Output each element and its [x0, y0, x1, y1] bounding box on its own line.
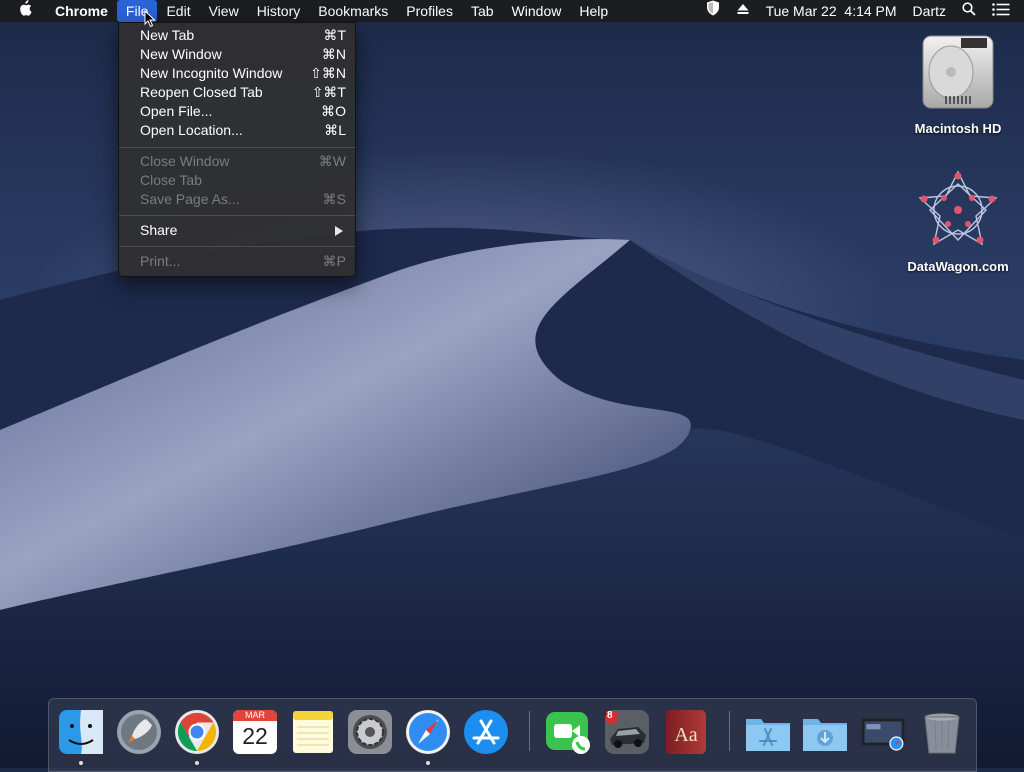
dock-separator: [729, 711, 730, 751]
menu-profiles[interactable]: Profiles: [397, 0, 462, 22]
menu-item-open-location[interactable]: Open Location... ⌘L: [119, 121, 355, 140]
menu-edit[interactable]: Edit: [157, 0, 199, 22]
menu-item-print[interactable]: Print... ⌘P: [119, 252, 355, 271]
apple-icon[interactable]: [0, 0, 46, 22]
running-indicator: [79, 761, 83, 765]
hard-drive-icon: [922, 35, 994, 109]
menu-item-new-tab[interactable]: New Tab ⌘T: [119, 26, 355, 45]
app-menu-chrome[interactable]: Chrome: [46, 0, 117, 22]
finder-icon[interactable]: [58, 709, 104, 755]
desktop-icon-label: Macintosh HD: [914, 121, 1002, 136]
menu-history[interactable]: History: [248, 0, 310, 22]
desktop-icon-label: DataWagon.com: [907, 259, 1009, 274]
trash-icon[interactable]: [919, 709, 965, 755]
menu-item-save-page-as[interactable]: Save Page As... ⌘S: [119, 190, 355, 209]
clock[interactable]: Tue Mar 22 4:14 PM: [758, 0, 905, 22]
menu-item-reopen-closed-tab[interactable]: Reopen Closed Tab ⇧⌘T: [119, 83, 355, 102]
launchpad-icon[interactable]: [116, 709, 162, 755]
menu-item-new-window[interactable]: New Window ⌘N: [119, 45, 355, 64]
notes-icon[interactable]: [290, 709, 336, 755]
running-indicator: [195, 761, 199, 765]
menu-item-new-incognito-window[interactable]: New Incognito Window ⇧⌘N: [119, 64, 355, 83]
menu-item-share[interactable]: Share: [119, 221, 355, 240]
system-preferences-icon[interactable]: [347, 709, 393, 755]
dock: MAR 22 8 Aa: [48, 698, 977, 772]
downloads-folder-icon[interactable]: [802, 709, 848, 755]
menu-window[interactable]: Window: [503, 0, 571, 22]
menu-item-open-file[interactable]: Open File... ⌘O: [119, 102, 355, 121]
menu-separator: [119, 246, 355, 247]
applications-folder-icon[interactable]: [745, 709, 791, 755]
chrome-icon[interactable]: [174, 709, 220, 755]
calendar-icon[interactable]: MAR 22: [232, 709, 278, 755]
menu-help[interactable]: Help: [570, 0, 617, 22]
submenu-arrow-icon: [335, 226, 343, 236]
safari-icon[interactable]: [405, 709, 451, 755]
desktop-icon-datawagon[interactable]: DataWagon.com: [903, 168, 1013, 274]
status-area: Tue Mar 22 4:14 PM Dartz: [698, 0, 1024, 22]
user-name[interactable]: Dartz: [905, 0, 954, 22]
dock-separator: [529, 711, 530, 751]
shield-icon[interactable]: [698, 0, 728, 22]
menu-tab[interactable]: Tab: [462, 0, 503, 22]
racing-game-icon[interactable]: 8: [604, 709, 650, 755]
network-globe-icon: [918, 170, 998, 246]
desktop-icon-macintosh-hd[interactable]: Macintosh HD: [903, 32, 1013, 136]
screenshot-safari-icon[interactable]: [861, 709, 907, 755]
menu-item-close-window[interactable]: Close Window ⌘W: [119, 152, 355, 171]
menu-item-close-tab[interactable]: Close Tab: [119, 171, 355, 190]
dictionary-icon[interactable]: Aa: [663, 709, 709, 755]
list-icon[interactable]: [984, 0, 1024, 22]
eject-icon[interactable]: [728, 0, 758, 22]
menu-separator: [119, 147, 355, 148]
facetime-icon[interactable]: [545, 709, 591, 755]
running-indicator: [426, 761, 430, 765]
app-store-icon[interactable]: [463, 709, 509, 755]
mouse-cursor-icon: [144, 10, 156, 28]
menu-separator: [119, 215, 355, 216]
file-menu: New Tab ⌘T New Window ⌘N New Incognito W…: [118, 22, 356, 277]
menu-bookmarks[interactable]: Bookmarks: [309, 0, 397, 22]
search-icon[interactable]: [954, 0, 984, 22]
menu-view[interactable]: View: [200, 0, 248, 22]
